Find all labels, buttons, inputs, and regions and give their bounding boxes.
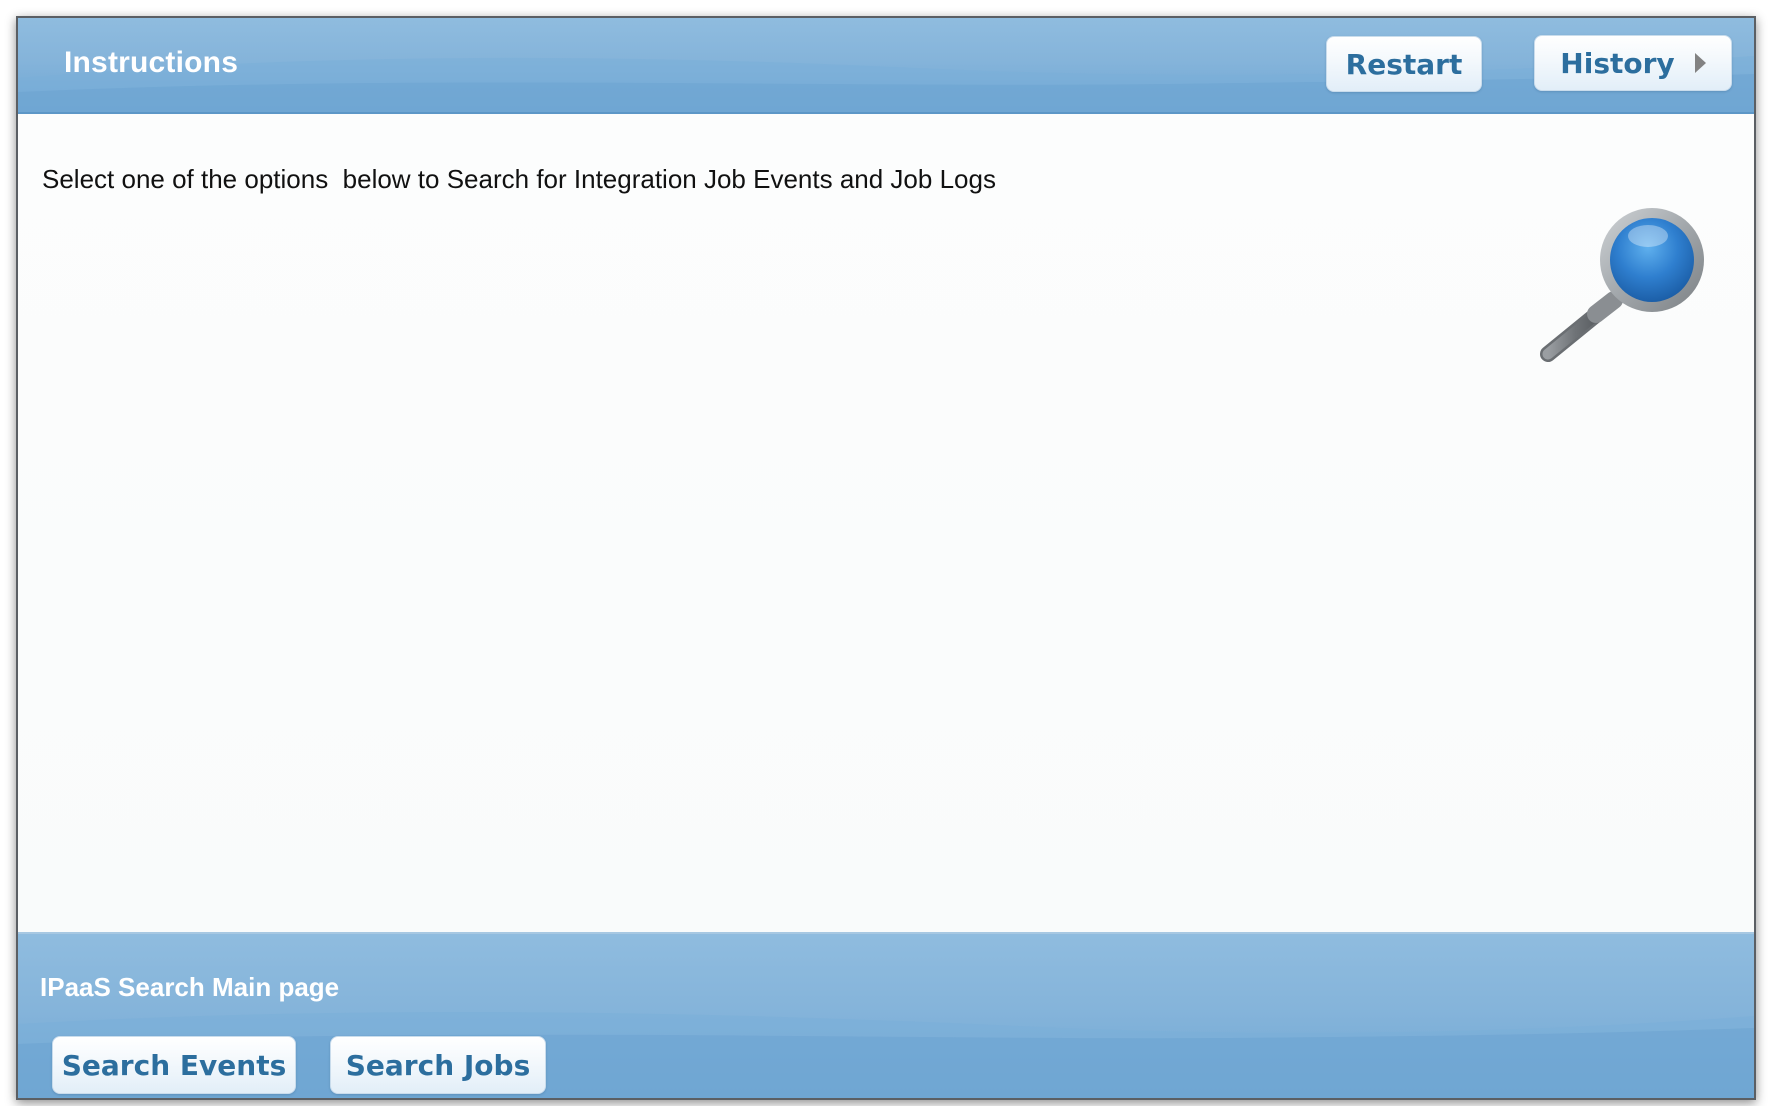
- footer-bar: IPaaS Search Main page Search Events Sea…: [18, 932, 1754, 1098]
- search-events-button[interactable]: Search Events: [52, 1036, 296, 1094]
- history-button[interactable]: History: [1534, 35, 1732, 91]
- header-wave-decoration: [18, 56, 1754, 112]
- main-content: Select one of the options below to Searc…: [18, 114, 1754, 932]
- magnifying-glass-icon: [1540, 208, 1704, 362]
- search-jobs-button[interactable]: Search Jobs: [330, 1036, 546, 1094]
- restart-button[interactable]: Restart: [1326, 36, 1482, 92]
- header-bar: Instructions Restart History: [18, 18, 1754, 114]
- instruction-text: Select one of the options below to Searc…: [42, 164, 996, 194]
- header-title: Instructions: [64, 46, 239, 79]
- chevron-right-icon: [1694, 53, 1706, 73]
- history-button-label: History: [1560, 46, 1675, 80]
- footer-title: IPaaS Search Main page: [40, 972, 340, 1002]
- search-events-label: Search Events: [61, 1048, 287, 1082]
- app-window: Instructions Restart History Select one …: [16, 16, 1756, 1100]
- restart-button-label: Restart: [1345, 47, 1463, 81]
- search-jobs-label: Search Jobs: [345, 1048, 531, 1082]
